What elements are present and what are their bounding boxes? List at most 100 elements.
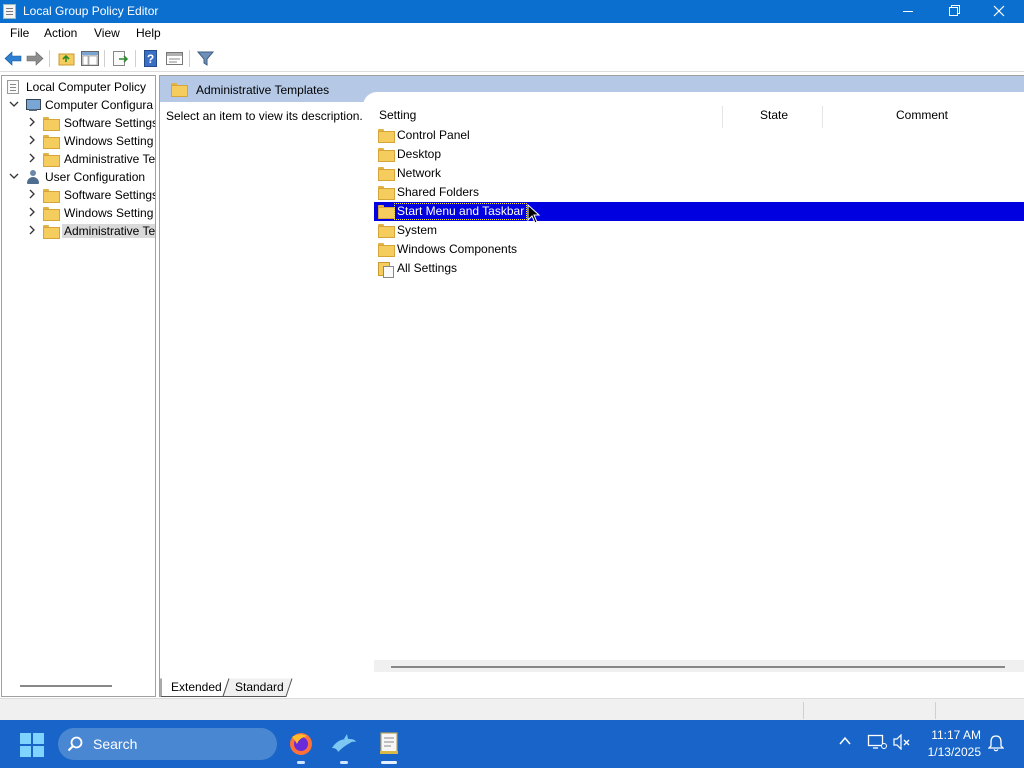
folder-icon	[378, 205, 395, 219]
filter-icon	[196, 51, 215, 66]
tree-item-administrative-templates[interactable]: Administrative Te	[2, 150, 156, 168]
minimize-icon	[903, 11, 913, 12]
tree-item-user-windows-settings[interactable]: Windows Setting	[2, 204, 155, 222]
status-separator	[935, 702, 936, 719]
tree-item-user-software-settings[interactable]: Software Settings	[2, 186, 155, 204]
svg-text:?: ?	[147, 52, 154, 66]
folder-icon	[43, 153, 60, 167]
chevron-right-icon[interactable]	[27, 135, 37, 145]
policy-editor-icon	[380, 732, 398, 754]
list-item[interactable]: Control Panel	[374, 126, 1024, 145]
properties-icon	[166, 52, 183, 65]
volume-button[interactable]	[893, 733, 911, 753]
list-item-selected[interactable]: Start Menu and Taskbar	[374, 202, 1024, 221]
details-pane: Administrative Templates Select an item …	[159, 75, 1024, 697]
clock-time[interactable]: 11:17 AM	[931, 728, 981, 742]
tab-standard[interactable]: Standard	[235, 678, 284, 697]
list-item-label: Windows Components	[397, 242, 518, 256]
folder-icon	[171, 83, 188, 97]
minimize-button[interactable]	[885, 0, 931, 23]
tree-item-windows-settings[interactable]: Windows Setting	[2, 132, 155, 150]
network-button[interactable]	[867, 734, 887, 753]
chevron-right-icon	[29, 225, 35, 235]
restore-button[interactable]	[931, 0, 977, 23]
column-separator[interactable]	[822, 106, 823, 128]
list-item[interactable]: All Settings	[374, 259, 1024, 278]
chevron-right-icon[interactable]	[27, 153, 37, 163]
tab-extended[interactable]: Extended	[171, 678, 222, 697]
chevron-down-icon[interactable]	[9, 99, 19, 109]
tree-item-local-computer-policy[interactable]: Local Computer Policy	[2, 78, 155, 96]
start-button[interactable]	[20, 733, 44, 757]
notifications-button[interactable]	[987, 734, 1005, 755]
forward-arrow-icon	[26, 51, 44, 66]
folder-icon	[43, 117, 60, 131]
tree-item-user-administrative-templates[interactable]: Administrative Te	[2, 222, 155, 240]
network-icon	[867, 734, 887, 749]
show-hidden-icons-button[interactable]	[838, 734, 852, 751]
tree-item-label: Administrative Te	[64, 152, 156, 166]
user-icon	[25, 170, 41, 184]
list-item[interactable]: Desktop	[374, 145, 1024, 164]
column-separator[interactable]	[722, 106, 723, 128]
tree-item-label: User Configuration	[45, 170, 146, 184]
forward-button[interactable]	[25, 49, 45, 68]
taskbar-firefox[interactable]	[285, 728, 317, 764]
tree-pane: Local Computer Policy Computer Configura…	[1, 75, 156, 697]
list-item[interactable]: Shared Folders	[374, 183, 1024, 202]
back-button[interactable]	[3, 49, 23, 68]
chevron-down-icon	[9, 173, 19, 179]
menu-file[interactable]: File	[8, 26, 31, 42]
column-state[interactable]: State	[760, 108, 788, 126]
filter-button[interactable]	[196, 49, 216, 68]
list-item-label: Start Menu and Taskbar	[393, 203, 528, 220]
horizontal-scrollbar[interactable]	[20, 685, 112, 687]
chevron-right-icon[interactable]	[27, 225, 37, 235]
column-setting[interactable]: Setting	[379, 108, 416, 126]
toolbar: ?	[0, 45, 1024, 72]
menu-help[interactable]: Help	[134, 26, 163, 42]
policy-editor-icon	[3, 4, 16, 19]
close-button[interactable]	[977, 0, 1023, 23]
title-bar[interactable]: Local Group Policy Editor	[0, 0, 1024, 23]
taskbar-dolphin[interactable]	[328, 728, 360, 764]
scrollbar-thumb[interactable]	[391, 666, 1005, 668]
window-title: Local Group Policy Editor	[23, 4, 159, 18]
list-item[interactable]: Windows Components	[374, 240, 1024, 259]
clock-date[interactable]: 1/13/2025	[928, 745, 981, 759]
chevron-right-icon[interactable]	[27, 207, 37, 217]
list-item[interactable]: System	[374, 221, 1024, 240]
properties-button[interactable]	[165, 49, 185, 68]
list-item[interactable]: Network	[374, 164, 1024, 183]
column-comment[interactable]: Comment	[896, 108, 948, 126]
column-header: Setting State Comment	[374, 106, 1024, 128]
toolbar-separator	[189, 50, 190, 67]
chevron-down-icon[interactable]	[9, 171, 19, 181]
chevron-right-icon[interactable]	[27, 117, 37, 127]
menu-action[interactable]: Action	[42, 26, 79, 42]
tree-item-user-configuration[interactable]: User Configuration	[2, 168, 155, 186]
all-settings-icon	[378, 262, 394, 278]
folder-icon	[378, 167, 395, 181]
show-hide-tree-button[interactable]	[80, 49, 100, 68]
menu-view[interactable]: View	[92, 26, 122, 42]
app-running-indicator	[340, 761, 348, 764]
folder-icon	[43, 189, 60, 203]
policy-document-icon	[7, 80, 19, 94]
up-one-level-button[interactable]	[57, 49, 77, 68]
list-item-label: All Settings	[397, 261, 458, 275]
tree-item-computer-configuration[interactable]: Computer Configura	[2, 96, 155, 114]
pane-header-title: Administrative Templates	[196, 83, 330, 97]
dolphin-icon	[332, 734, 356, 752]
tree-item-label: Software Settings	[64, 116, 156, 130]
chevron-right-icon[interactable]	[27, 189, 37, 199]
taskbar-policy-editor[interactable]	[373, 728, 405, 764]
folder-icon	[43, 135, 60, 149]
taskbar-search[interactable]: Search	[58, 728, 277, 760]
export-list-button[interactable]	[110, 49, 130, 68]
tree-item-software-settings[interactable]: Software Settings	[2, 114, 156, 132]
chevron-right-icon	[29, 117, 35, 127]
status-bar	[0, 698, 1024, 720]
help-button[interactable]: ?	[141, 49, 161, 68]
list-item-label: System	[397, 223, 438, 237]
